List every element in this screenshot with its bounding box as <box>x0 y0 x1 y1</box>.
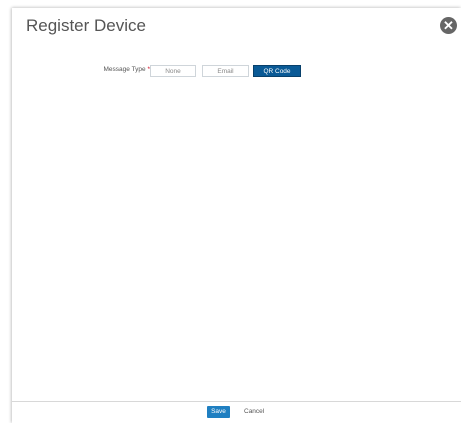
dialog-title: Register Device <box>26 16 146 35</box>
message-type-option-none[interactable]: None <box>150 65 196 77</box>
dialog-footer: Save Cancel <box>12 401 461 423</box>
message-type-label: Message Type * <box>84 64 151 76</box>
cancel-button[interactable]: Cancel <box>244 406 264 418</box>
message-type-option-qr-code[interactable]: QR Code <box>253 65 301 77</box>
save-button[interactable]: Save <box>207 406 230 418</box>
message-type-option-email[interactable]: Email <box>202 65 249 77</box>
register-device-dialog: Register Device ✕ Message Type * None Em… <box>12 8 461 423</box>
message-type-label-text: Message Type <box>103 66 146 73</box>
message-type-row: Message Type * None Email QR Code <box>12 64 461 78</box>
close-icon[interactable]: ✕ <box>440 17 457 34</box>
